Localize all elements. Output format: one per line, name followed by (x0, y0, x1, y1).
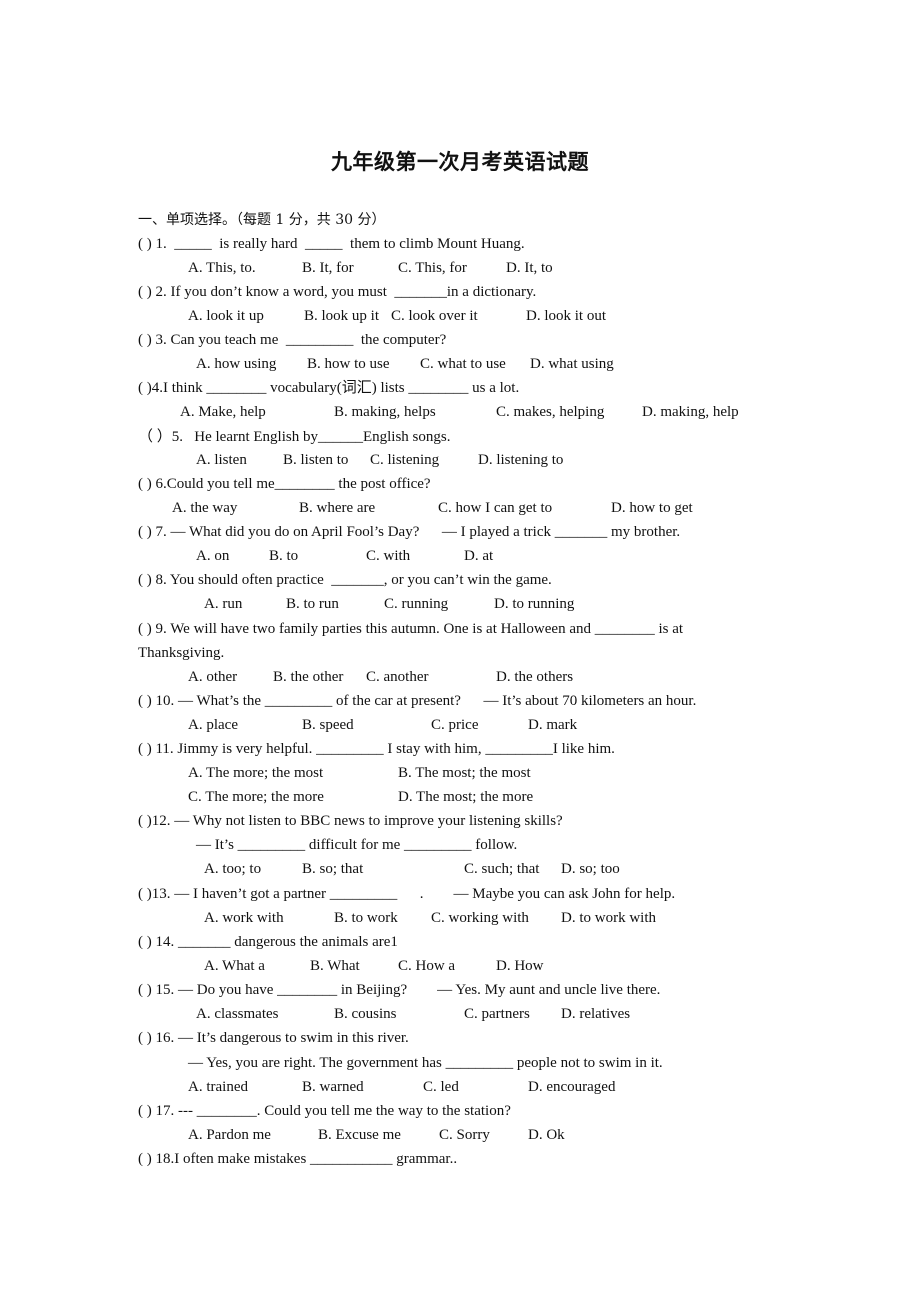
question-5-option-c: C. listening (370, 452, 440, 468)
question-7-option-a: A. on (196, 548, 230, 564)
question-6-stem: ( ) 6.Could you tell me________ the post… (138, 476, 431, 492)
question-3-option-a: A. how using (196, 356, 277, 372)
question-18-stem: ( ) 18.I often make mistakes ___________… (138, 1151, 458, 1167)
question-12-stem-continued: — It’s _________ difficult for me ______… (196, 837, 518, 853)
question-17-option-d: D. Ok (528, 1127, 565, 1143)
question-9-stem: ( ) 9. We will have two family parties t… (138, 621, 684, 637)
question-11-option-d: D. The most; the more (398, 789, 534, 805)
question-10-stem: ( ) 10. — What’s the _________ of the ca… (138, 693, 697, 709)
question-4-option-a: A. Make, help (180, 404, 266, 420)
question-11-option-c: C. The more; the more (188, 789, 324, 805)
question-16-option-d: D. encouraged (528, 1079, 616, 1095)
question-2-option-b: B. look up it (304, 308, 380, 324)
question-12-option-b: B. so; that (302, 861, 364, 877)
question-7-option-c: C. with (366, 548, 411, 564)
question-2-option-c: C. look over it (391, 308, 478, 324)
question-17-option-c: C. Sorry (439, 1127, 490, 1143)
question-17-option-b: B. Excuse me (318, 1127, 401, 1143)
question-13-option-d: D. to work with (561, 910, 656, 926)
question-2-option-d: D. look it out (526, 308, 607, 324)
question-3-option-d: D. what using (530, 356, 614, 372)
question-5-option-d: D. listening to (478, 452, 564, 468)
question-10-option-d: D. mark (528, 717, 578, 733)
question-15-option-c: C. partners (464, 1006, 530, 1022)
question-13-stem: ( )13. — I haven’t got a partner _______… (138, 886, 676, 902)
question-15-option-d: D. relatives (561, 1006, 631, 1022)
section-heading: 一、单项选择。（每题 1 分，共 30 分） (138, 212, 386, 228)
question-9-option-b: B. the other (273, 669, 344, 685)
question-9-option-d: D. the others (496, 669, 574, 685)
question-12-option-a: A. too; to (204, 861, 262, 877)
question-1-option-b: B. It, for (302, 260, 354, 276)
question-17-option-a: A. Pardon me (188, 1127, 271, 1143)
question-16-option-c: C. led (423, 1079, 459, 1095)
question-14-stem: ( ) 14. _______ dangerous the animals ar… (138, 934, 398, 950)
question-1-stem: ( ) 1. _____ is really hard _____ them t… (138, 236, 525, 252)
question-16-stem: ( ) 16. — It’s dangerous to swim in this… (138, 1030, 409, 1046)
question-13-option-c: C. working with (431, 910, 529, 926)
question-10-option-a: A. place (188, 717, 238, 733)
question-14-option-c: C. How a (398, 958, 456, 974)
question-8-option-c: C. running (384, 596, 449, 612)
exam-page: 九年级第一次月考英语试题 一、单项选择。（每题 1 分，共 30 分） ( ) … (0, 0, 920, 1302)
question-12-option-c: C. such; that (464, 861, 540, 877)
question-10-option-c: C. price (431, 717, 479, 733)
question-11-stem: ( ) 11. Jimmy is very helpful. _________… (138, 741, 615, 757)
question-9-stem-continued: Thanksgiving. (138, 645, 225, 661)
question-16-stem-continued: — Yes, you are right. The government has… (188, 1055, 663, 1071)
question-2-option-a: A. look it up (188, 308, 264, 324)
question-12-stem: ( )12. — Why not listen to BBC news to i… (138, 813, 563, 829)
question-2-stem: ( ) 2. If you don’t know a word, you mus… (138, 284, 537, 300)
exam-title: 九年级第一次月考英语试题 (331, 150, 589, 174)
question-4-option-b: B. making, helps (334, 404, 436, 420)
question-11-option-a: A. The more; the most (188, 765, 324, 781)
question-3-option-b: B. how to use (307, 356, 390, 372)
question-15-option-a: A. classmates (196, 1006, 279, 1022)
question-1-option-d: D. It, to (506, 260, 553, 276)
question-7-option-b: B. to (269, 548, 299, 564)
question-17-stem: ( ) 17. --- ________. Could you tell me … (138, 1103, 511, 1119)
question-1-option-a: A. This, to. (188, 260, 256, 276)
question-11-option-b: B. The most; the most (398, 765, 531, 781)
question-14-option-a: A. What a (204, 958, 265, 974)
question-9-option-c: C. another (366, 669, 429, 685)
question-4-option-d: D. making, help (642, 404, 739, 420)
question-12-option-d: D. so; too (561, 861, 620, 877)
question-14-option-b: B. What (310, 958, 360, 974)
question-13-option-a: A. work with (204, 910, 284, 926)
question-3-option-c: C. what to use (420, 356, 506, 372)
question-15-stem: ( ) 15. — Do you have ________ in Beijin… (138, 982, 661, 998)
question-15-option-b: B. cousins (334, 1006, 397, 1022)
question-13-option-b: B. to work (334, 910, 398, 926)
question-5-stem: （ ）5. He learnt English by______English … (138, 429, 451, 445)
question-5-option-a: A. listen (196, 452, 247, 468)
question-8-option-a: A. run (204, 596, 243, 612)
question-9-option-a: A. other (188, 669, 238, 685)
question-6-option-b: B. where are (299, 500, 376, 516)
question-7-option-d: D. at (464, 548, 494, 564)
question-14-option-d: D. How (496, 958, 544, 974)
question-16-option-a: A. trained (188, 1079, 248, 1095)
question-3-stem: ( ) 3. Can you teach me _________ the co… (138, 332, 447, 348)
question-5-option-b: B. listen to (283, 452, 349, 468)
question-4-stem: ( )4.I think ________ vocabulary(词汇) lis… (138, 380, 520, 396)
question-8-stem: ( ) 8. You should often practice _______… (138, 572, 552, 588)
question-6-option-c: C. how I can get to (438, 500, 553, 516)
question-8-option-b: B. to run (286, 596, 339, 612)
question-8-option-d: D. to running (494, 596, 575, 612)
question-4-option-c: C. makes, helping (496, 404, 605, 420)
question-7-stem: ( ) 7. — What did you do on April Fool’s… (138, 524, 681, 540)
question-6-option-a: A. the way (172, 500, 238, 516)
question-1-option-c: C. This, for (398, 260, 467, 276)
question-16-option-b: B. warned (302, 1079, 364, 1095)
question-10-option-b: B. speed (302, 717, 354, 733)
question-6-option-d: D. how to get (611, 500, 693, 516)
